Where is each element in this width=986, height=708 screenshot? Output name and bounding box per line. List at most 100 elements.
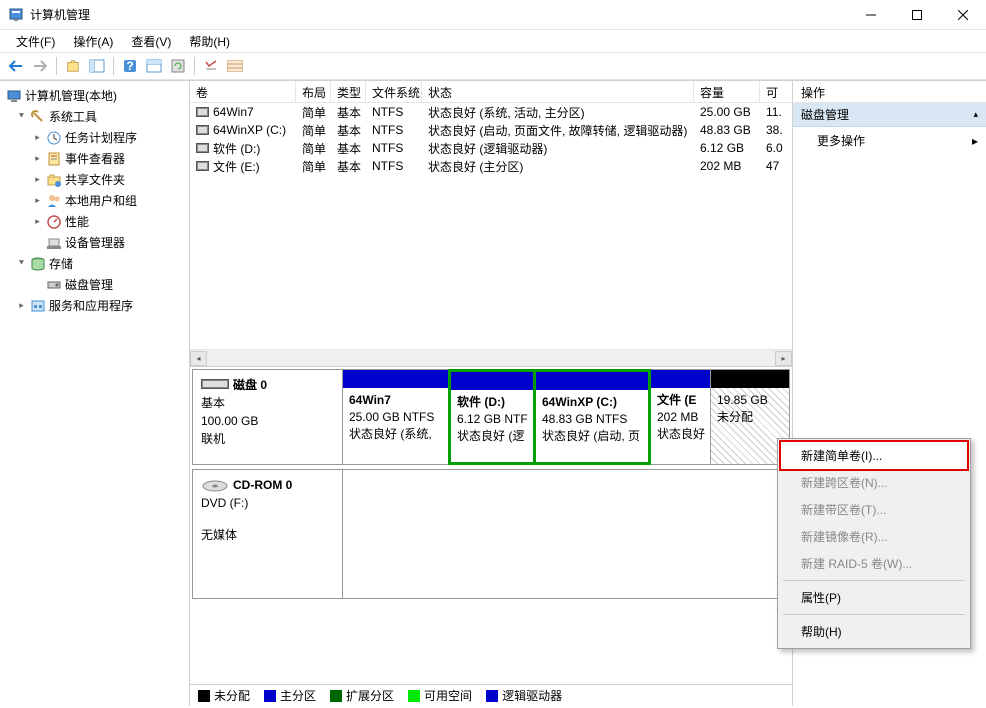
horizontal-scrollbar[interactable]: ◂ ▸ bbox=[190, 349, 792, 366]
cdrom-icon bbox=[201, 479, 229, 493]
up-button[interactable] bbox=[63, 56, 83, 76]
tree-event-viewer[interactable]: ▸ 事件查看器 bbox=[2, 148, 187, 169]
volume-status: 状态良好 (逻辑驱动器) bbox=[422, 139, 694, 158]
shared-folder-icon bbox=[46, 172, 62, 188]
volume-row[interactable]: 64WinXP (C:) 简单 基本 NTFS 状态良好 (启动, 页面文件, … bbox=[190, 121, 792, 139]
tree-label: 性能 bbox=[65, 213, 89, 230]
volume-fs: NTFS bbox=[366, 104, 422, 120]
menu-view[interactable]: 查看(V) bbox=[123, 31, 179, 52]
tree-label: 计算机管理(本地) bbox=[25, 87, 117, 104]
tree-task-scheduler[interactable]: ▸ 任务计划程序 bbox=[2, 127, 187, 148]
partition-status: 状态良好 (启动, 页 bbox=[542, 428, 642, 445]
disk-title: 磁盘 0 bbox=[233, 378, 267, 392]
disk-0-label[interactable]: 磁盘 0 基本 100.00 GB 联机 bbox=[193, 370, 343, 464]
tree-root[interactable]: 计算机管理(本地) bbox=[2, 85, 187, 106]
volume-row[interactable]: 文件 (E:) 简单 基本 NTFS 状态良好 (主分区) 202 MB 47 bbox=[190, 157, 792, 175]
col-volume[interactable]: 卷 bbox=[190, 81, 296, 102]
col-capacity[interactable]: 容量 bbox=[694, 81, 760, 102]
tree-performance[interactable]: ▸ 性能 bbox=[2, 211, 187, 232]
tree-shared-folders[interactable]: ▸ 共享文件夹 bbox=[2, 169, 187, 190]
expander-icon[interactable]: ⯆ bbox=[16, 111, 27, 122]
tree-label: 系统工具 bbox=[49, 108, 97, 125]
volume-name: 64Win7 bbox=[213, 105, 254, 119]
tree-services-apps[interactable]: ▸ 服务和应用程序 bbox=[2, 295, 187, 316]
tree-label: 服务和应用程序 bbox=[49, 297, 133, 314]
volume-capacity: 6.12 GB bbox=[694, 140, 760, 156]
tree-local-users[interactable]: ▸ 本地用户和组 bbox=[2, 190, 187, 211]
performance-icon bbox=[46, 214, 62, 230]
partition-color-bar bbox=[451, 372, 533, 390]
collapse-icon: ▴ bbox=[973, 109, 978, 120]
volume-type: 基本 bbox=[331, 157, 366, 176]
partition-c[interactable]: 64WinXP (C:) 48.83 GB NTFS 状态良好 (启动, 页 bbox=[533, 369, 651, 465]
scroll-right-button[interactable]: ▸ bbox=[775, 351, 792, 366]
actions-more[interactable]: 更多操作 ▸ bbox=[793, 127, 986, 154]
menu-file[interactable]: 文件(F) bbox=[8, 31, 63, 52]
users-icon bbox=[46, 193, 62, 209]
refresh-button[interactable] bbox=[168, 56, 188, 76]
col-status[interactable]: 状态 bbox=[422, 81, 694, 102]
disk-type: 基本 bbox=[201, 394, 334, 412]
col-free[interactable]: 可 bbox=[760, 81, 790, 102]
menu-help[interactable]: 帮助(H) bbox=[181, 31, 238, 52]
partition-color-bar bbox=[711, 370, 789, 388]
tree-disk-management[interactable]: ▸ 磁盘管理 bbox=[2, 274, 187, 295]
show-hide-tree-button[interactable] bbox=[87, 56, 107, 76]
tree-label: 存储 bbox=[49, 255, 73, 272]
device-icon bbox=[46, 235, 62, 251]
disk-icon bbox=[46, 277, 62, 293]
actions-section-disk-management[interactable]: 磁盘管理 ▴ bbox=[793, 103, 986, 127]
menu-action[interactable]: 操作(A) bbox=[65, 31, 121, 52]
ctx-new-striped-volume: 新建带区卷(T)... bbox=[781, 496, 967, 523]
partition-name: 文件 (E bbox=[657, 392, 704, 409]
expander-icon[interactable]: ▸ bbox=[32, 195, 43, 206]
expander-icon[interactable]: ▸ bbox=[16, 300, 27, 311]
computer-icon bbox=[6, 88, 22, 104]
legend-extended: 扩展分区 bbox=[330, 687, 394, 704]
partition-status: 未分配 bbox=[717, 409, 783, 426]
disk-0-row: 磁盘 0 基本 100.00 GB 联机 64Win7 25.00 GB NTF… bbox=[192, 369, 790, 465]
minimize-button[interactable] bbox=[848, 0, 894, 30]
partition-d[interactable]: 软件 (D:) 6.12 GB NTF 状态良好 (逻 bbox=[448, 369, 536, 465]
expander-icon[interactable]: ▸ bbox=[32, 153, 43, 164]
volume-layout: 简单 bbox=[296, 121, 331, 140]
volume-row[interactable]: 软件 (D:) 简单 基本 NTFS 状态良好 (逻辑驱动器) 6.12 GB … bbox=[190, 139, 792, 157]
help-button[interactable]: ? bbox=[120, 56, 140, 76]
partition-e[interactable]: 文件 (E 202 MB 状态良好 bbox=[651, 370, 711, 464]
volume-row[interactable]: 64Win7 简单 基本 NTFS 状态良好 (系统, 活动, 主分区) 25.… bbox=[190, 103, 792, 121]
partition-status: 状态良好 (系统, bbox=[349, 426, 442, 443]
tree-system-tools[interactable]: ⯆ 系统工具 bbox=[2, 106, 187, 127]
tree-device-manager[interactable]: ▸ 设备管理器 bbox=[2, 232, 187, 253]
forward-button[interactable] bbox=[30, 56, 50, 76]
expander-icon[interactable]: ⯆ bbox=[16, 258, 27, 269]
ctx-new-simple-volume[interactable]: 新建简单卷(I)... bbox=[779, 440, 969, 471]
col-type[interactable]: 类型 bbox=[331, 81, 366, 102]
list-view-button[interactable] bbox=[201, 56, 221, 76]
ctx-help[interactable]: 帮助(H) bbox=[781, 618, 967, 645]
maximize-button[interactable] bbox=[894, 0, 940, 30]
expander-icon[interactable]: ▸ bbox=[32, 216, 43, 227]
volume-icon bbox=[196, 107, 209, 117]
expander-icon[interactable]: ▸ bbox=[32, 132, 43, 143]
close-button[interactable] bbox=[940, 0, 986, 30]
back-button[interactable] bbox=[6, 56, 26, 76]
expander-icon[interactable]: ▸ bbox=[32, 174, 43, 185]
scroll-left-button[interactable]: ◂ bbox=[190, 351, 207, 366]
cdrom-empty-area bbox=[343, 470, 789, 598]
tree-storage[interactable]: ⯆ 存储 bbox=[2, 253, 187, 274]
menubar: 文件(F) 操作(A) 查看(V) 帮助(H) bbox=[0, 30, 986, 52]
toolbar: ? bbox=[0, 52, 986, 80]
ctx-properties[interactable]: 属性(P) bbox=[781, 584, 967, 611]
properties-button[interactable] bbox=[144, 56, 164, 76]
volume-free: 11. bbox=[760, 104, 790, 120]
partition-size: 48.83 GB NTFS bbox=[542, 411, 642, 428]
cdrom-label[interactable]: CD-ROM 0 DVD (F:) 无媒体 bbox=[193, 470, 343, 598]
partition-64win7[interactable]: 64Win7 25.00 GB NTFS 状态良好 (系统, bbox=[343, 370, 449, 464]
toolbar-separator bbox=[113, 57, 114, 75]
col-layout[interactable]: 布局 bbox=[296, 81, 331, 102]
volume-free: 6.0 bbox=[760, 140, 790, 156]
tree-label: 本地用户和组 bbox=[65, 192, 137, 209]
detail-view-button[interactable] bbox=[225, 56, 245, 76]
cdrom-status: 无媒体 bbox=[201, 526, 334, 544]
col-fs[interactable]: 文件系统 bbox=[366, 81, 422, 102]
